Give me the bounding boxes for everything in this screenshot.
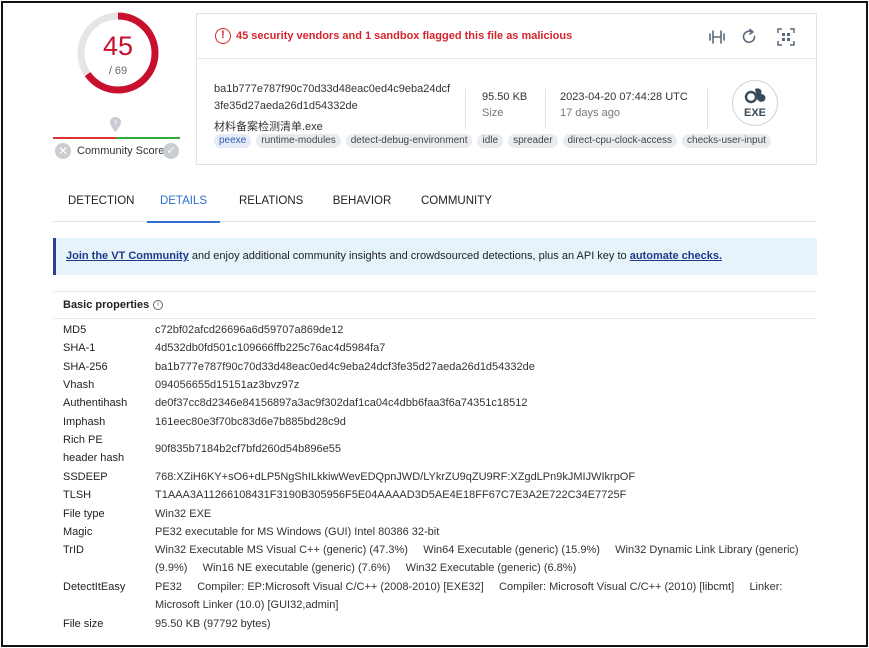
property-value[interactable]: 161eec80e3f70bc83d6e7b885bd28c9d <box>155 416 346 428</box>
property-label: Imphash <box>63 416 106 428</box>
tab-relations[interactable]: RELATIONS <box>239 185 303 222</box>
property-label: Vhash <box>63 379 95 391</box>
banner-message: and enjoy additional community insights … <box>188 250 630 262</box>
community-score-positive-bar <box>116 137 180 139</box>
property-value[interactable]: c72bf02afcd26696a6d59707a869de12 <box>155 324 343 336</box>
analysis-date-age: 17 days ago <box>560 107 620 119</box>
property-value[interactable]: 768:XZiH6KY+sO6+dLP5NgShILkkiwWevEDQpnJW… <box>155 471 635 483</box>
x-icon[interactable]: ✕ <box>55 143 71 159</box>
community-score-negative-bar <box>53 137 116 139</box>
property-label: Magic <box>63 526 93 538</box>
analysis-date-value: 2023-04-20 07:44:28 UTC <box>560 91 688 103</box>
file-tag[interactable]: runtime-modules <box>256 134 341 148</box>
community-score-label: Community Score <box>77 145 165 157</box>
reanalyze-icon[interactable] <box>739 27 759 47</box>
file-tag[interactable]: idle <box>477 134 504 148</box>
property-value[interactable]: (9.9%) Win16 NE executable (generic) (7.… <box>155 562 576 574</box>
svg-text:?: ? <box>114 120 118 128</box>
info-icon[interactable]: i <box>153 300 163 310</box>
automate-checks-link[interactable]: automate checks. <box>630 250 722 262</box>
property-label: SHA-1 <box>63 342 96 354</box>
compare-icon[interactable] <box>707 27 727 47</box>
alert-bar: ! 45 security vendors and 1 sandbox flag… <box>197 14 816 59</box>
file-tag[interactable]: spreader <box>508 134 558 148</box>
property-value[interactable]: 094056655d15151az3bvz97z <box>155 379 299 391</box>
file-tag[interactable]: peexe <box>214 134 252 148</box>
tab-detection[interactable]: DETECTION <box>68 185 134 222</box>
property-label: SHA-256 <box>63 361 108 373</box>
tab-community[interactable]: COMMUNITY <box>421 185 492 222</box>
property-value[interactable]: Win32 Executable MS Visual C++ (generic)… <box>155 544 799 556</box>
qr-scan-icon[interactable] <box>776 27 796 47</box>
community-score-bar <box>53 137 180 139</box>
property-value[interactable]: ba1b777e787f90c70d33d48eac0ed4c9eba24dcf… <box>155 361 535 373</box>
property-value[interactable]: 90f835b7184b2cf7bfd260d54b896e55 <box>155 443 341 455</box>
file-type-icon: EXE <box>732 80 778 126</box>
score-total: / 69 <box>108 65 128 77</box>
property-label: MD5 <box>63 324 87 336</box>
property-value[interactable]: 95.50 KB (97792 bytes) <box>155 618 271 630</box>
divider <box>707 89 708 129</box>
basic-properties-header: Basic properties i <box>53 291 817 319</box>
property-label: TLSH <box>63 489 92 501</box>
file-size-label: Size <box>482 107 504 119</box>
divider <box>465 89 466 129</box>
join-community-link[interactable]: Join the VT Community <box>66 250 189 262</box>
property-label: header hash <box>63 452 125 464</box>
file-hash-line2[interactable]: 3fe35d27aeda26d1d54332de <box>214 100 358 112</box>
file-summary-card: ! 45 security vendors and 1 sandbox flag… <box>196 13 817 165</box>
property-label: TrID <box>63 544 84 556</box>
property-label: Rich PE <box>63 434 103 446</box>
gear-icon <box>744 88 766 104</box>
check-icon[interactable]: ✓ <box>163 143 179 159</box>
property-label: DetectItEasy <box>63 581 126 593</box>
property-value[interactable]: T1AAA3A11266108431F3190B305956F5E04AAAAD… <box>155 489 626 501</box>
property-value[interactable]: Win32 EXE <box>155 508 211 520</box>
malicious-alert-text: 45 security vendors and 1 sandbox flagge… <box>236 30 573 42</box>
file-type-badge: EXE <box>743 107 766 119</box>
property-value[interactable]: 4d532db0fd501c109666ffb225c76ac4d5984fa7 <box>155 342 385 354</box>
property-label: File type <box>63 508 105 520</box>
main-tabs: DETECTION DETAILS RELATIONS BEHAVIOR COM… <box>53 185 817 223</box>
tab-behavior[interactable]: BEHAVIOR <box>332 185 392 222</box>
file-tag[interactable]: detect-debug-environment <box>345 134 473 148</box>
alert-icon: ! <box>215 28 231 44</box>
property-value[interactable]: de0f37cc8d2346e84156897a3ac9f302daf1ca04… <box>155 397 528 409</box>
property-label: Authentihash <box>63 397 128 409</box>
divider <box>545 89 546 129</box>
property-value[interactable]: Microsoft Linker (10.0) [GUI32,admin] <box>155 599 338 611</box>
map-pin-icon: ? <box>110 117 121 132</box>
property-label: SSDEEP <box>63 471 108 483</box>
community-score: ✕ Community Score ✓ <box>53 142 180 160</box>
file-tag[interactable]: checks-user-input <box>682 134 771 148</box>
tab-details[interactable]: DETAILS <box>147 185 220 223</box>
score-detections: 45 <box>102 31 134 61</box>
file-name: 材料备案检测清单.exe <box>214 121 323 133</box>
banner-text: Join the VT Community and enjoy addition… <box>66 250 722 262</box>
community-banner: Join the VT Community and enjoy addition… <box>53 238 817 275</box>
file-hash-line1[interactable]: ba1b777e787f90c70d33d48eac0ed4c9eba24dcf <box>214 83 450 95</box>
file-size-value: 95.50 KB <box>482 91 528 103</box>
basic-properties-title: Basic properties <box>63 299 150 311</box>
file-tag[interactable]: direct-cpu-clock-access <box>562 134 678 148</box>
property-label: File size <box>63 618 104 630</box>
detection-score: 45 / 69 <box>76 11 160 95</box>
property-value[interactable]: PE32 Compiler: EP:Microsoft Visual C/C++… <box>155 581 782 593</box>
property-value[interactable]: PE32 executable for MS Windows (GUI) Int… <box>155 526 439 538</box>
file-tags: peexe runtime-modules detect-debug-environ… <box>214 134 771 148</box>
